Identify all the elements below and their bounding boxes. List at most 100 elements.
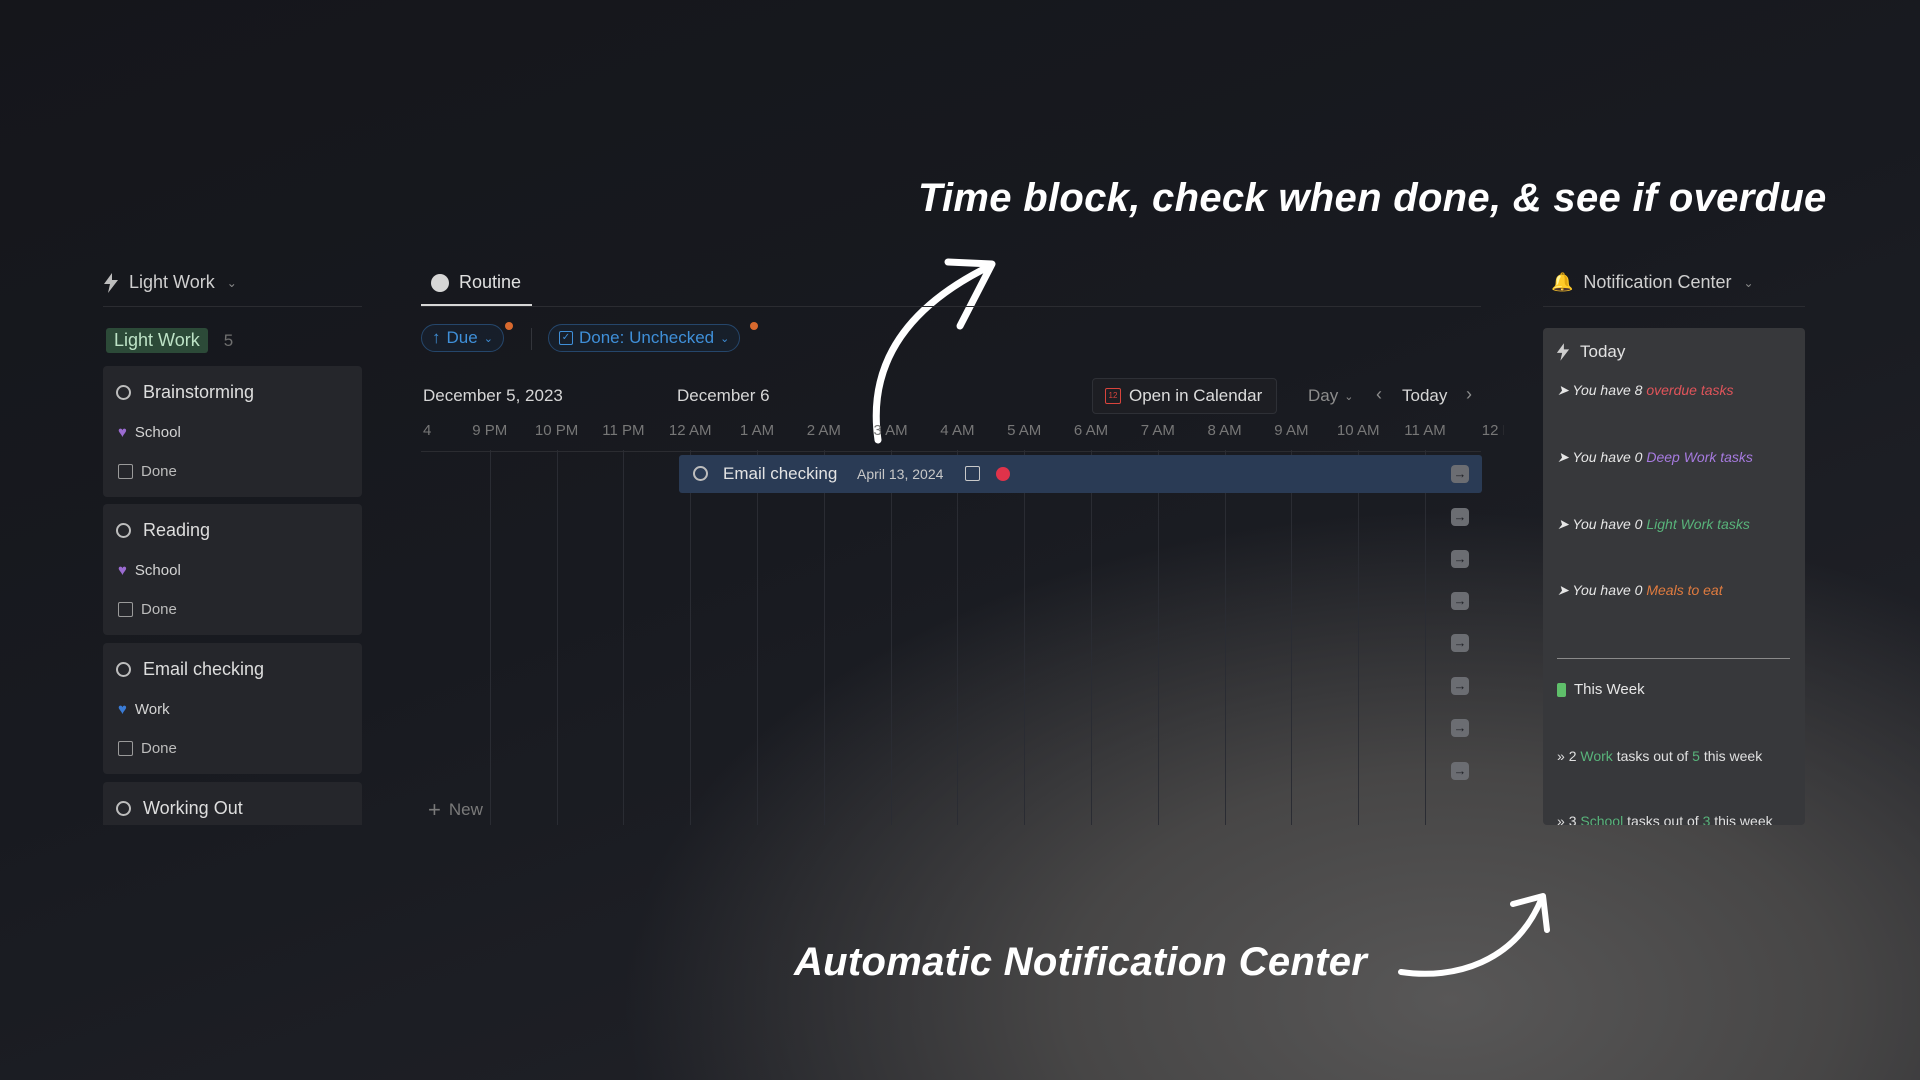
hour-label: 10 AM [1336, 422, 1380, 439]
filter-done[interactable]: ✓ Done: Unchecked ⌄ [548, 324, 741, 352]
light-work-header[interactable]: Light Work ⌄ [103, 272, 237, 293]
hour-gridline [890, 450, 892, 825]
hour-label: 9 AM [1274, 422, 1309, 439]
notification-highlight: Meals to eat [1646, 582, 1723, 598]
open-in-calendar-button[interactable]: 12 Open in Calendar [1092, 378, 1278, 414]
week-suffix: this week [1703, 748, 1763, 764]
open-row-icon[interactable]: → [1451, 634, 1469, 652]
hour-gridline [623, 450, 625, 825]
heart-icon: ♥ [118, 701, 127, 718]
new-label: New [448, 800, 483, 819]
hour-gridline [690, 450, 692, 825]
notification-item: ➤ You have 0 Meals to eat [1557, 582, 1723, 599]
event-bar[interactable]: Email checking April 13, 2024 → [679, 455, 1482, 493]
new-button[interactable]: + New [428, 797, 483, 822]
chevron-down-icon[interactable]: ⌄ [1744, 276, 1754, 290]
light-work-title: Light Work [129, 272, 215, 292]
hour-gridline [1091, 450, 1092, 825]
done-checkbox[interactable] [118, 464, 133, 479]
heart-icon: ♥ [118, 424, 127, 441]
notification-center-title: Notification Center [1583, 272, 1732, 292]
tab-routine-label: Routine [459, 272, 522, 292]
task-card[interactable]: Reading ♥ School Done [103, 504, 362, 635]
done-label: Done [141, 740, 177, 757]
week-item: » 3 School tasks out of 3 this week [1557, 813, 1773, 825]
view-mode-label: Day [1308, 386, 1339, 405]
bell-icon: 🔔 [1551, 272, 1574, 292]
open-row-icon[interactable]: → [1451, 508, 1469, 526]
week-middle: tasks out of [1616, 748, 1689, 764]
filter-active-dot [750, 322, 758, 330]
hour-label: 12 F [1481, 422, 1504, 439]
filter-done-label: Done: Unchecked [579, 328, 715, 347]
calendar-icon: 12 [1105, 388, 1121, 404]
open-row-icon[interactable]: → [1451, 592, 1469, 610]
event-done-checkbox[interactable] [965, 466, 980, 481]
notification-panel: Today ➤ You have 8 overdue tasks ➤ You h… [1543, 328, 1805, 825]
chevron-down-icon: ⌄ [1344, 390, 1354, 403]
next-icon[interactable]: › [1466, 384, 1472, 405]
status-circle-icon[interactable] [116, 385, 131, 400]
notification-item: ➤ You have 8 overdue tasks [1557, 382, 1734, 399]
done-label: Done [141, 601, 177, 618]
notification-count: 0 [1634, 516, 1643, 532]
notification-count: 0 [1634, 582, 1643, 598]
done-checkbox[interactable] [118, 741, 133, 756]
arrow-up-icon: ↑ [432, 328, 441, 347]
notification-prefix: You have [1572, 516, 1635, 532]
lightning-icon [104, 272, 118, 293]
task-card[interactable]: Brainstorming ♥ School Done [103, 366, 362, 497]
open-row-icon[interactable]: → [1451, 762, 1469, 780]
status-circle-icon[interactable] [116, 523, 131, 538]
status-circle-icon[interactable] [116, 662, 131, 677]
hour-label: 1 AM [739, 422, 775, 439]
notification-count: 0 [1634, 449, 1643, 465]
chevron-down-icon[interactable]: ⌄ [227, 276, 237, 290]
event-date: April 13, 2024 [857, 466, 944, 482]
week-count: 3 [1568, 813, 1577, 825]
this-week-label: This Week [1574, 681, 1645, 698]
group-header[interactable]: Light Work 5 [106, 328, 233, 353]
card-title: Reading [143, 520, 211, 540]
done-checkbox[interactable] [118, 602, 133, 617]
week-count: 2 [1568, 748, 1577, 764]
week-item: » 2 Work tasks out of 5 this week [1557, 748, 1762, 764]
hour-gridline [957, 450, 959, 825]
open-row-icon[interactable]: → [1451, 550, 1469, 568]
tab-routine[interactable]: Routine [431, 272, 521, 293]
hour-label: 8 AM [1207, 422, 1242, 439]
notification-center-header[interactable]: 🔔 Notification Center ⌄ [1551, 272, 1754, 293]
curved-arrow-bottom-icon [1398, 893, 1550, 977]
notification-highlight: Light Work tasks [1646, 516, 1750, 532]
today-button[interactable]: Today [1402, 386, 1447, 406]
week-suffix: this week [1714, 813, 1773, 825]
today-label: Today [1580, 342, 1626, 361]
open-row-icon[interactable]: → [1451, 719, 1469, 737]
task-card[interactable]: Email checking ♥ Work Done [103, 643, 362, 774]
hour-gridline [1157, 450, 1159, 825]
hour-label: 9 PM [472, 422, 508, 439]
send-icon: ➤ [1557, 516, 1569, 532]
notification-prefix: You have [1572, 382, 1635, 398]
event-status-circle-icon[interactable] [693, 466, 708, 481]
week-total: 5 [1692, 748, 1700, 764]
calendar-week-icon [1557, 682, 1566, 697]
done-label: Done [141, 463, 177, 480]
open-in-calendar-label: Open in Calendar [1129, 386, 1263, 405]
task-card[interactable]: Working Out [103, 782, 362, 825]
filter-due[interactable]: ↑ Due ⌄ [421, 324, 504, 352]
week-category: Work [1580, 748, 1613, 764]
chevron-down-icon: ⌄ [720, 332, 730, 345]
open-row-icon[interactable]: → [1451, 677, 1469, 695]
event-status-dot [996, 467, 1010, 481]
open-event-icon[interactable]: → [1451, 465, 1469, 483]
prev-icon[interactable]: ‹ [1376, 384, 1382, 405]
hour-gridline [1291, 450, 1293, 825]
view-mode-select[interactable]: Day ⌄ [1308, 386, 1353, 406]
hour-gridline [823, 450, 825, 825]
status-circle-icon[interactable] [116, 801, 131, 816]
date-right: December 6 [677, 386, 770, 405]
plus-icon: + [428, 797, 441, 822]
lightning-icon [1556, 343, 1570, 361]
hour-label: 10 PM [534, 422, 579, 439]
